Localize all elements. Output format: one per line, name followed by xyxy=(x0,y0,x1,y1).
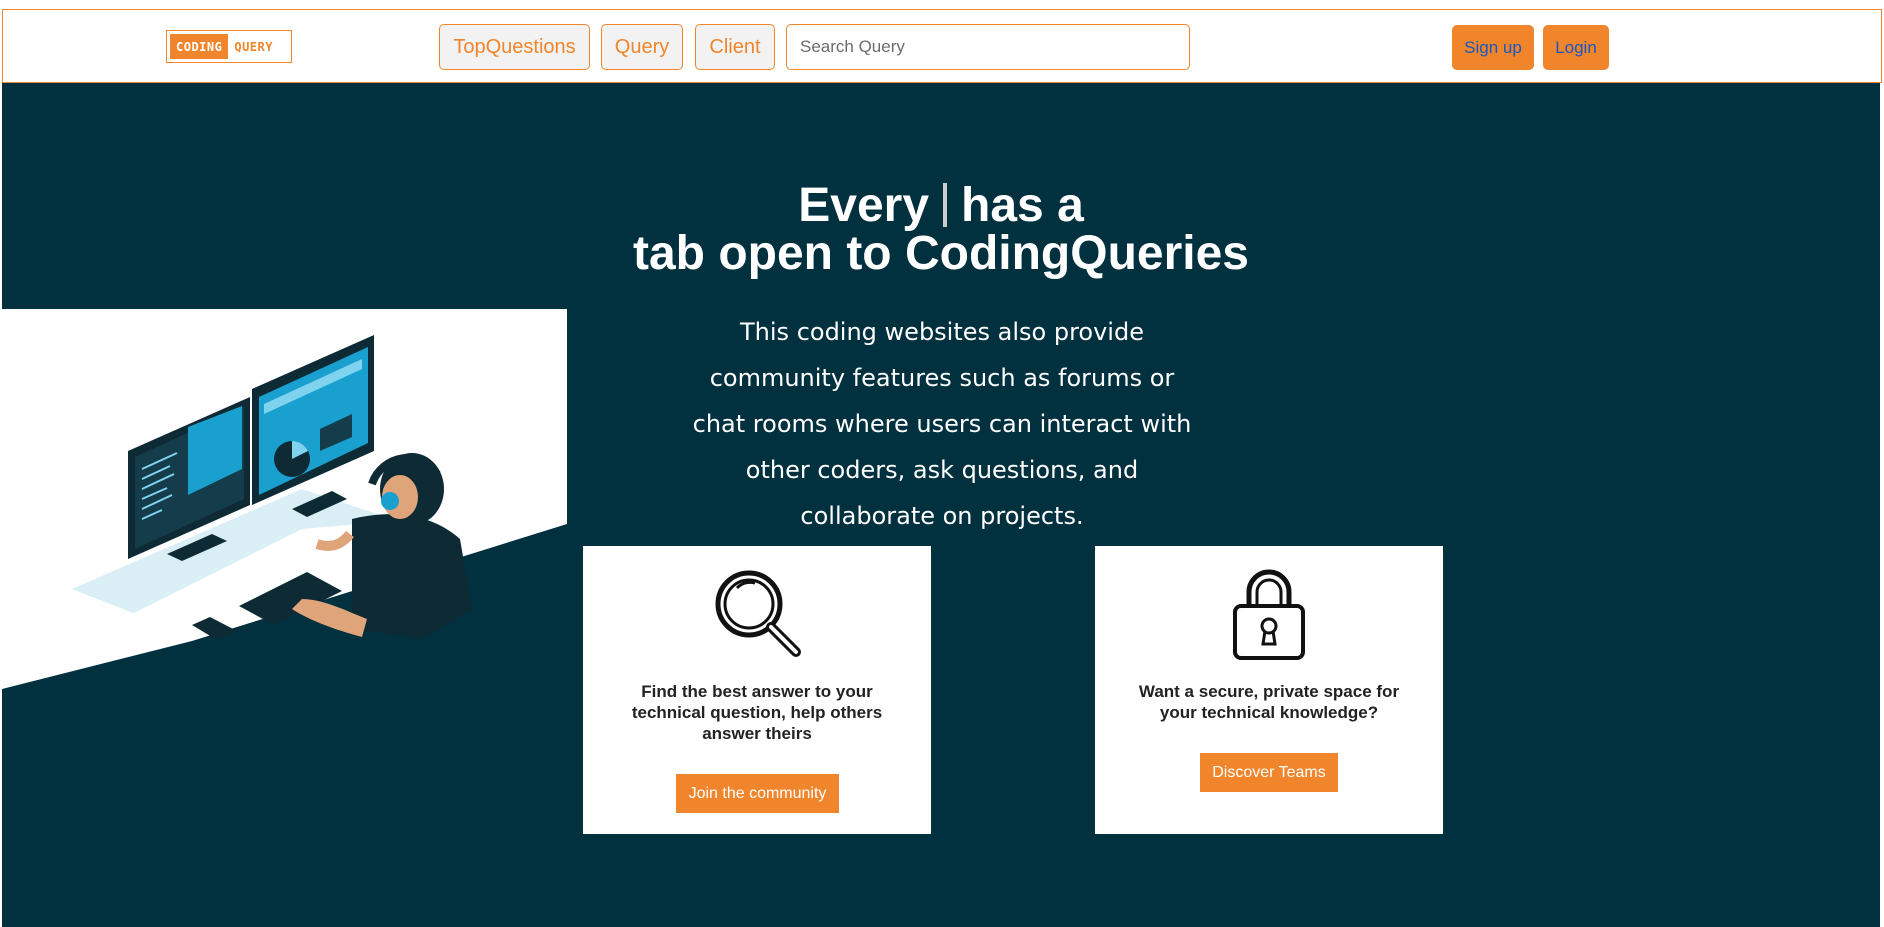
site-logo[interactable]: CODING QUERY xyxy=(166,30,292,63)
padlock-icon xyxy=(1095,564,1443,669)
teams-card-text: Want a secure, private space for your te… xyxy=(1138,682,1400,722)
sign-up-button[interactable]: Sign up xyxy=(1452,25,1534,70)
community-card-text: Find the best answer to your technical q… xyxy=(631,682,883,743)
developer-illustration xyxy=(2,309,567,689)
hero-title-part2: has a xyxy=(961,179,1084,232)
community-card: Find the best answer to your technical q… xyxy=(583,546,931,834)
hero-title: Every has a tab open to CodingQueries xyxy=(2,182,1880,278)
search-input[interactable] xyxy=(786,24,1190,70)
login-button[interactable]: Login xyxy=(1543,25,1609,70)
hero-section: Every has a tab open to CodingQueries Th… xyxy=(2,83,1880,927)
teams-card: Want a secure, private space for your te… xyxy=(1095,546,1443,834)
nav-client-button[interactable]: Client xyxy=(695,24,775,70)
logo-right-text: QUERY xyxy=(234,39,273,54)
discover-teams-button[interactable]: Discover Teams xyxy=(1200,753,1338,792)
nav-top-questions-button[interactable]: TopQuestions xyxy=(439,24,590,70)
magnifier-icon xyxy=(583,564,931,669)
top-navbar: CODING QUERY TopQuestions Query Client S… xyxy=(2,9,1882,83)
join-community-button[interactable]: Join the community xyxy=(676,774,839,813)
hero-title-part1: Every xyxy=(798,179,930,232)
hero-description: This coding websites also provide commun… xyxy=(692,318,1192,530)
hero-title-line1: Every has a xyxy=(2,182,1880,230)
logo-left-text: CODING xyxy=(170,34,229,59)
hero-title-line2: tab open to CodingQueries xyxy=(632,227,1249,280)
nav-query-button[interactable]: Query xyxy=(601,24,683,70)
typing-cursor xyxy=(943,183,948,227)
